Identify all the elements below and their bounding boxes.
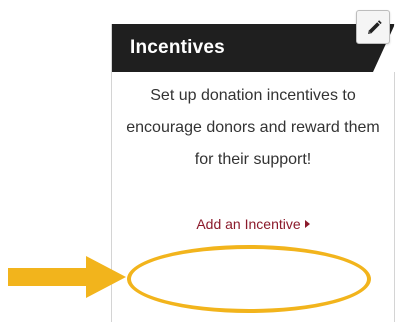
pencil-icon — [368, 20, 382, 34]
widget-body: Set up donation incentives to encourage … — [112, 72, 394, 176]
highlight-oval — [127, 245, 371, 313]
add-incentive-label: Add an Incentive — [196, 216, 301, 232]
caret-right-icon — [304, 220, 310, 229]
widget-title: Incentives — [130, 37, 225, 58]
add-incentive-row: Add an Incentive — [112, 216, 394, 232]
add-incentive-link[interactable]: Add an Incentive — [196, 216, 310, 232]
widget-header: Incentives — [112, 24, 395, 72]
widget-description: Set up donation incentives to encourage … — [126, 87, 380, 168]
right-arrow-icon — [8, 256, 126, 298]
screen: Incentives Set up donation incentives to… — [0, 0, 414, 322]
edit-button[interactable] — [356, 10, 390, 44]
